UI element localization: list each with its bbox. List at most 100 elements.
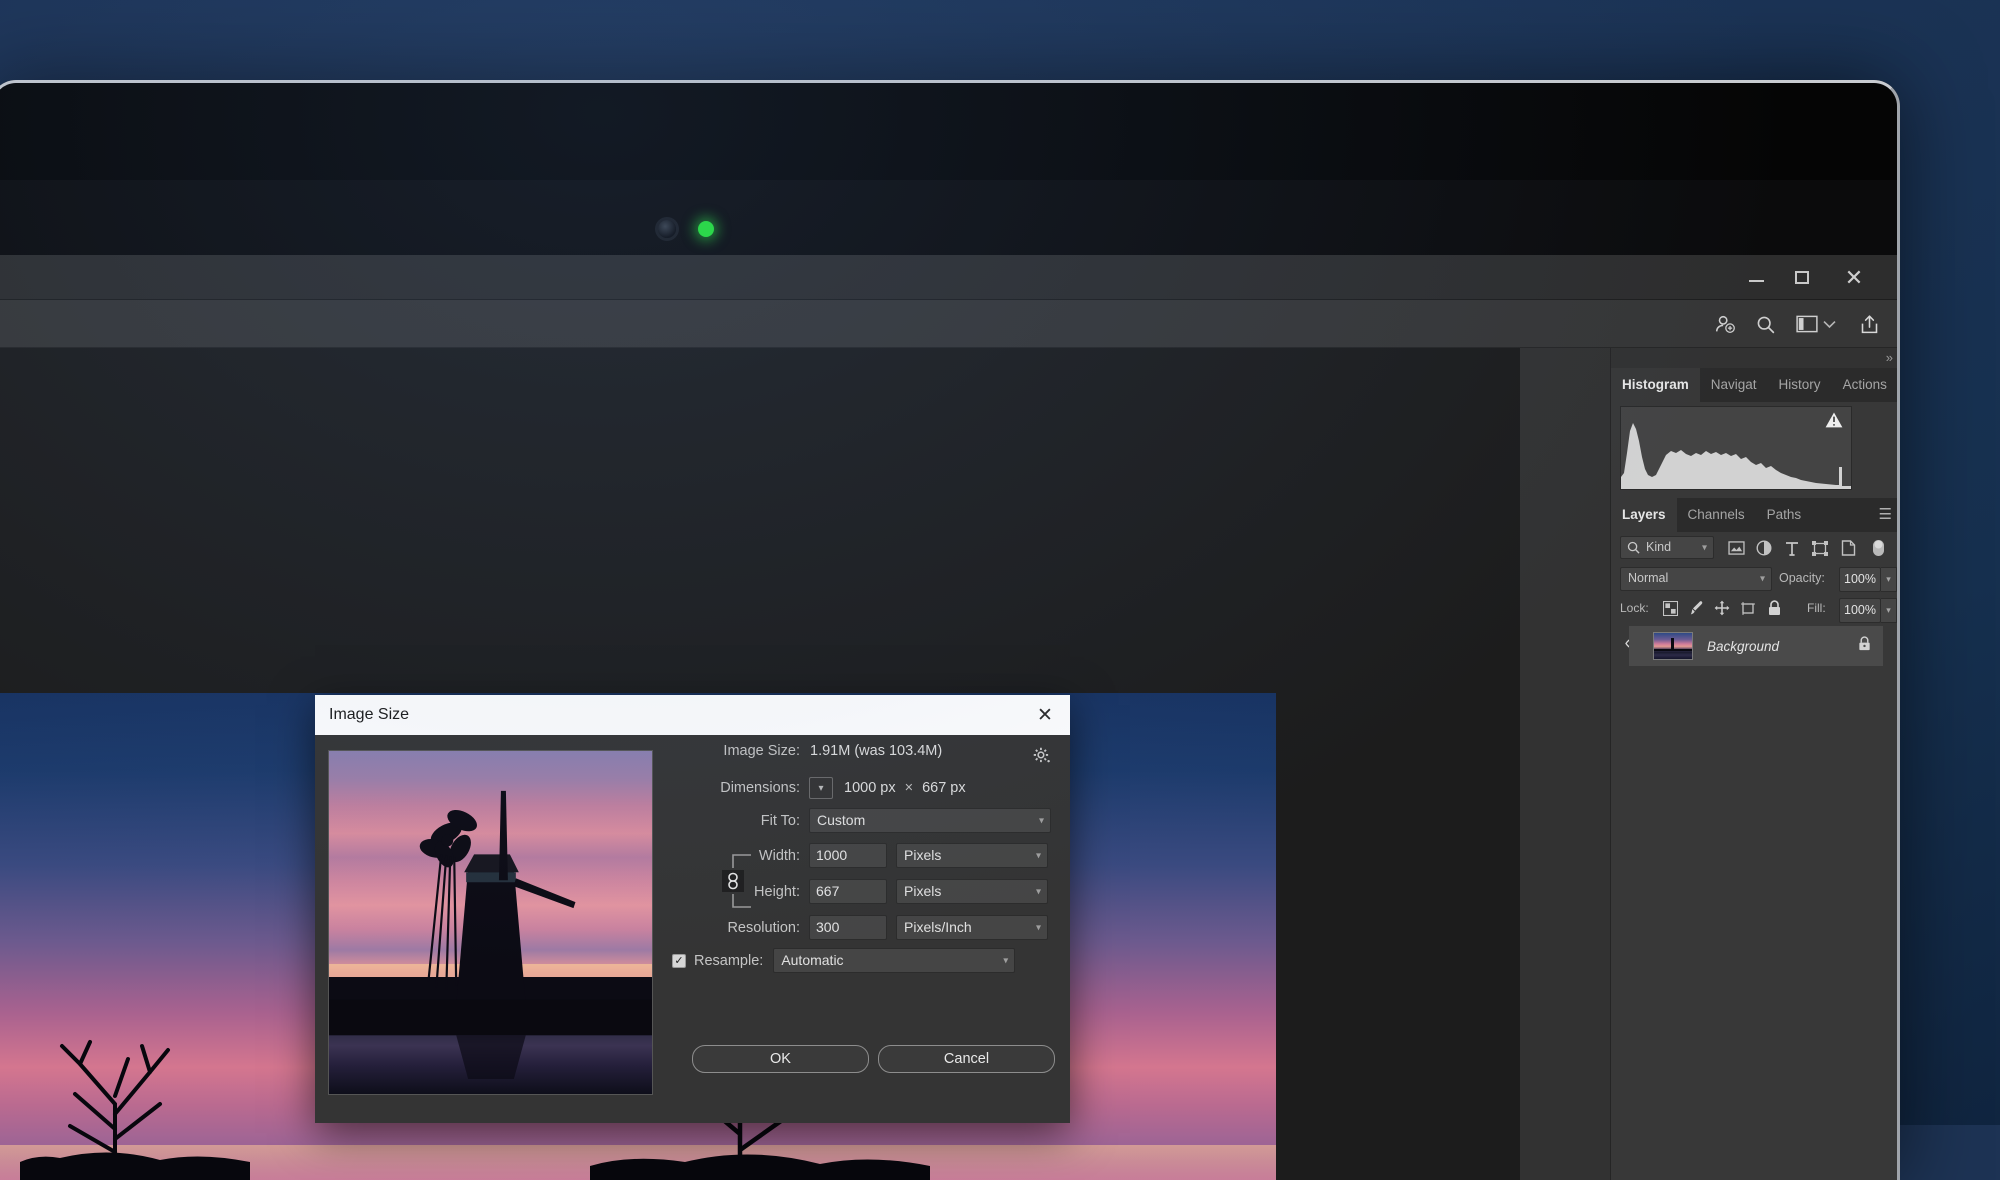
maximize-button[interactable] (1780, 255, 1824, 300)
resample-checkbox[interactable]: ✓ (672, 954, 686, 968)
dimensions-separator: × (905, 780, 913, 796)
tab-actions[interactable]: Actions (1832, 368, 1898, 402)
opacity-stepper-chevron-icon[interactable]: ▾ (1881, 567, 1897, 592)
resolution-input[interactable]: 300 (809, 915, 887, 940)
height-unit-value: Pixels (904, 883, 941, 899)
dock-expander-icon[interactable]: » (1886, 350, 1892, 365)
tree-silhouette (20, 1034, 250, 1180)
gear-icon[interactable] (1033, 747, 1050, 768)
resolution-unit-select[interactable]: Pixels/Inch ▾ (896, 915, 1048, 940)
shape-layer-icon[interactable] (1809, 538, 1831, 558)
add-user-icon[interactable] (1710, 309, 1740, 339)
dimensions-chevron-down-icon[interactable]: ▾ (809, 777, 833, 799)
layers-panel-tabs: Layers Channels Paths ☰ (1611, 498, 1900, 532)
width-unit-value: Pixels (904, 847, 941, 863)
transparency-lock-icon[interactable] (1659, 598, 1681, 618)
blend-mode-select[interactable]: Normal ▾ (1620, 567, 1772, 591)
dimensions-height: 667 px (922, 780, 966, 796)
chevron-down-icon: ▾ (1702, 542, 1707, 553)
width-unit-select[interactable]: Pixels ▾ (896, 843, 1048, 868)
resample-select[interactable]: Automatic ▾ (773, 948, 1015, 973)
windmill-silhouette (329, 751, 652, 1094)
canvas-area[interactable] (0, 348, 1520, 1180)
width-row: Width: 1000 Pixels ▾ (680, 843, 1100, 868)
height-input[interactable]: 667 (809, 879, 887, 904)
close-button[interactable]: ✕ (1832, 255, 1876, 300)
fit-to-row: Fit To: Custom ▾ (680, 808, 1100, 833)
resolution-label: Resolution: (680, 920, 800, 936)
tree-silhouette (590, 1042, 930, 1180)
resample-label: Resample: (694, 953, 763, 969)
fit-to-select[interactable]: Custom ▾ (809, 808, 1051, 833)
image-preview[interactable] (328, 750, 653, 1095)
chevron-down-icon[interactable] (1814, 309, 1844, 339)
green-status-led (698, 221, 714, 237)
layer-lock-row: Lock: (1611, 596, 1900, 626)
app-title-bar: ✕ (0, 255, 1900, 300)
tab-paths[interactable]: Paths (1756, 498, 1813, 532)
histogram-panel-tabs: Histogram Navigat History Actions ☰ (1611, 368, 1900, 402)
resample-value: Automatic (781, 952, 843, 968)
fit-to-label: Fit To: (680, 813, 800, 829)
dimensions-row: Dimensions: ▾ 1000 px × 667 px (680, 777, 1060, 799)
resolution-row: Resolution: 300 Pixels/Inch ▾ (680, 915, 1100, 940)
tab-navigator[interactable]: Navigat (1700, 368, 1768, 402)
dialog-title-bar: Image Size ✕ (315, 695, 1070, 735)
ok-button[interactable]: OK (692, 1045, 869, 1073)
layers-panel: Layers Channels Paths ☰ Kind ▾ (1611, 498, 1900, 1180)
resolution-unit-value: Pixels/Inch (904, 919, 972, 935)
dialog-title: Image Size (329, 706, 409, 724)
tab-channels[interactable]: Channels (1677, 498, 1756, 532)
search-icon[interactable] (1750, 309, 1780, 339)
cancel-button[interactable]: Cancel (878, 1045, 1055, 1073)
workspace-icon[interactable] (1792, 309, 1822, 339)
brush-lock-icon[interactable] (1685, 598, 1707, 618)
move-lock-icon[interactable] (1711, 598, 1733, 618)
pixel-layer-icon[interactable] (1725, 538, 1747, 558)
image-size-row: Image Size: 1.91M (was 103.4M) (680, 743, 1040, 759)
artboard-lock-icon[interactable] (1737, 598, 1759, 618)
warning-triangle-icon[interactable] (1825, 412, 1843, 428)
height-label: Height: (680, 884, 800, 900)
histogram-graph (1620, 406, 1852, 490)
fill-value[interactable]: 100% (1839, 598, 1881, 623)
layer-name: Background (1707, 639, 1779, 654)
chevron-down-icon: ▾ (1036, 844, 1041, 867)
all-lock-icon[interactable] (1763, 598, 1785, 618)
tab-layers[interactable]: Layers (1611, 498, 1677, 532)
layer-kind-select[interactable]: Kind ▾ (1620, 536, 1714, 559)
dialog-close-button[interactable]: ✕ (1030, 701, 1060, 729)
panel-dock: » Histogram Navigat History Actions ☰ (1610, 348, 1900, 1180)
opacity-value[interactable]: 100% (1839, 567, 1881, 592)
height-unit-select[interactable]: Pixels ▾ (896, 879, 1048, 904)
webcam-icon (658, 220, 676, 238)
blend-mode-value: Normal (1628, 571, 1668, 585)
laptop-bezel (0, 80, 1900, 180)
tab-history[interactable]: History (1768, 368, 1832, 402)
chain-link-icon[interactable] (707, 850, 753, 912)
height-row: Height: 667 Pixels ▾ (680, 879, 1100, 904)
filter-toggle-icon[interactable] (1867, 538, 1889, 558)
type-layer-icon[interactable] (1781, 538, 1803, 558)
table-row[interactable]: Background (1629, 626, 1883, 666)
width-input[interactable]: 1000 (809, 843, 887, 868)
adjustment-layer-icon[interactable] (1753, 538, 1775, 558)
minimize-button[interactable] (1734, 255, 1778, 300)
layer-filter-row: Kind ▾ (1611, 532, 1900, 564)
tab-histogram[interactable]: Histogram (1611, 368, 1700, 402)
windmill-sunset-photo (0, 693, 1276, 1180)
layer-thumbnail (1653, 632, 1693, 660)
panel-menu-icon[interactable]: ☰ (1898, 368, 1900, 402)
search-icon (1627, 541, 1640, 557)
lock-icon[interactable] (1858, 636, 1871, 656)
laptop-edge-highlight (0, 80, 1900, 1180)
fit-to-value: Custom (817, 812, 865, 828)
eye-icon[interactable] (1625, 637, 1645, 655)
laptop-frame: ✕ (0, 80, 1900, 1180)
fill-label: Fill: (1807, 601, 1826, 615)
panel-menu-icon[interactable]: ☰ (1879, 498, 1892, 532)
fill-stepper-chevron-icon[interactable]: ▾ (1881, 598, 1897, 623)
desk-background: ✕ (0, 0, 2000, 1125)
share-icon[interactable] (1854, 309, 1884, 339)
smart-object-icon[interactable] (1837, 538, 1859, 558)
